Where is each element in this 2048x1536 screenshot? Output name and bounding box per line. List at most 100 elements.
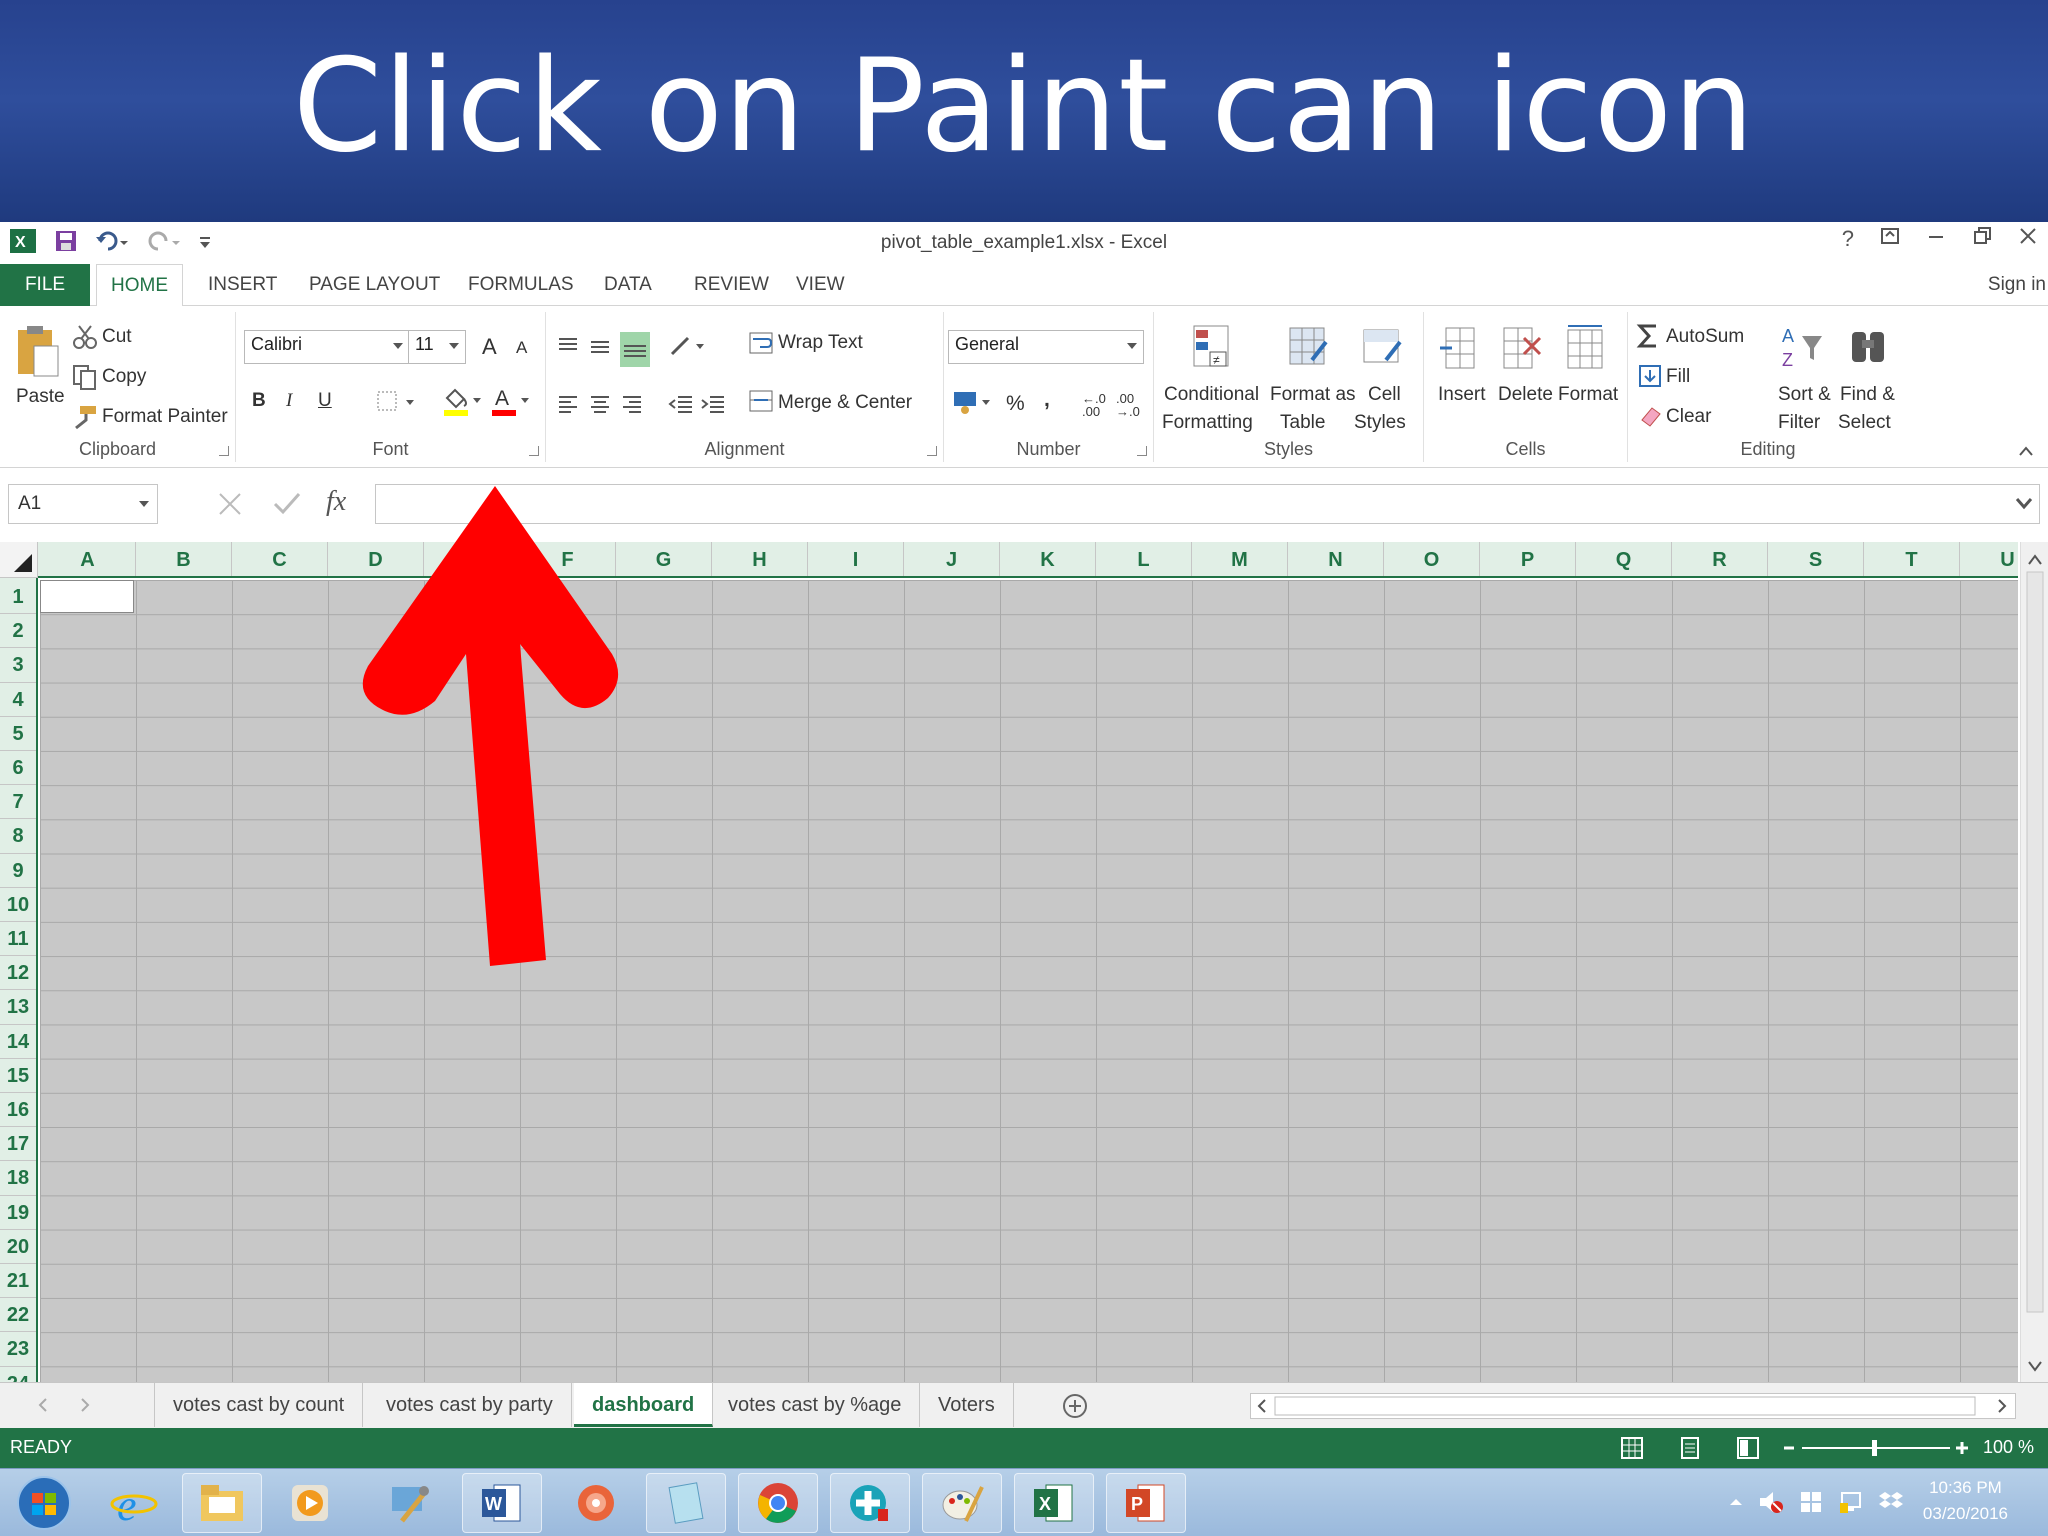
comma-style-button[interactable]: ,	[1044, 388, 1050, 412]
paste-button[interactable]: Paste	[16, 386, 65, 408]
row-header[interactable]: 3	[0, 648, 36, 683]
column-header[interactable]: M	[1192, 542, 1288, 576]
show-hidden-icons-icon[interactable]	[1728, 1494, 1744, 1515]
delete-button[interactable]: Delete	[1498, 384, 1553, 406]
restore-icon[interactable]	[1972, 226, 1992, 252]
format-painter-icon[interactable]	[72, 404, 98, 435]
formula-input[interactable]	[375, 484, 2040, 524]
name-box[interactable]: A1	[8, 484, 158, 524]
normal-view-icon[interactable]	[1620, 1436, 1644, 1465]
column-header[interactable]: B	[136, 542, 232, 576]
row-header[interactable]: 18	[0, 1161, 36, 1196]
cancel-entry-icon[interactable]	[216, 490, 244, 523]
new-sheet-icon[interactable]	[1062, 1393, 1088, 1424]
format-as-table-icon[interactable]	[1286, 322, 1332, 377]
paint-icon[interactable]	[922, 1473, 1002, 1533]
active-cell-a1[interactable]	[40, 580, 134, 613]
column-header[interactable]: A	[40, 542, 136, 576]
merge-center-icon[interactable]	[748, 388, 774, 419]
next-sheet-icon[interactable]	[78, 1397, 92, 1418]
sort-filter-icon[interactable]: AZ	[1780, 322, 1826, 377]
conditional-formatting-icon[interactable]: ≠	[1190, 322, 1236, 377]
internet-explorer-icon[interactable]: e	[94, 1473, 174, 1533]
paste-icon[interactable]	[14, 324, 60, 385]
zoom-slider[interactable]	[1782, 1436, 1970, 1460]
row-header[interactable]: 2	[0, 614, 36, 649]
row-header[interactable]: 12	[0, 956, 36, 991]
select-all-button[interactable]	[0, 542, 38, 578]
decrease-decimal-button[interactable]: .00 →.0	[1116, 392, 1142, 418]
column-header[interactable]: J	[904, 542, 1000, 576]
sheet-tab-votes-cast-by-party[interactable]: votes cast by party	[368, 1383, 572, 1427]
action-center-icon[interactable]	[1798, 1489, 1824, 1520]
alignment-launcher[interactable]	[927, 446, 937, 456]
powerpoint-icon[interactable]: P	[1106, 1473, 1186, 1533]
zoom-level[interactable]: 100 %	[1983, 1437, 2034, 1458]
format-button[interactable]: Format	[1558, 384, 1618, 406]
column-header[interactable]: E	[424, 542, 520, 576]
vertical-scrollbar[interactable]	[2020, 542, 2048, 1382]
font-color-icon[interactable]: A	[490, 384, 534, 423]
increase-decimal-button[interactable]: ←.0 .00	[1082, 392, 1108, 418]
copy-button[interactable]: Copy	[102, 366, 146, 388]
notepad-icon[interactable]	[646, 1473, 726, 1533]
find-select-label-1[interactable]: Find &	[1840, 384, 1895, 406]
row-header[interactable]: 9	[0, 854, 36, 888]
orientation-icon[interactable]	[668, 332, 708, 365]
fill-icon[interactable]	[1638, 364, 1662, 393]
cell-grid[interactable]	[40, 580, 2018, 1382]
top-align-icon[interactable]	[556, 334, 580, 363]
cell-styles-icon[interactable]	[1360, 322, 1406, 377]
file-explorer-icon[interactable]	[182, 1473, 262, 1533]
row-header[interactable]: 7	[0, 785, 36, 820]
column-header[interactable]: U	[1960, 542, 2018, 576]
insert-function-button[interactable]: fx	[326, 486, 346, 518]
minimize-icon[interactable]	[1926, 226, 1946, 252]
row-header[interactable]: 15	[0, 1059, 36, 1093]
row-header[interactable]: 22	[0, 1298, 36, 1333]
sheet-tab-votes-cast-by-count[interactable]: votes cast by count	[154, 1383, 364, 1427]
autosum-button[interactable]: AutoSum	[1666, 326, 1744, 348]
font-launcher[interactable]	[529, 446, 539, 456]
autosum-icon[interactable]	[1636, 322, 1662, 355]
sheet-tab-voters[interactable]: Voters	[920, 1383, 1014, 1427]
column-header[interactable]: I	[808, 542, 904, 576]
system-clock[interactable]: 10:36 PM 03/20/2016	[1923, 1475, 2008, 1527]
bottom-align-icon[interactable]	[620, 332, 650, 367]
row-header[interactable]: 24	[0, 1367, 36, 1382]
column-header[interactable]: D	[328, 542, 424, 576]
font-name-dropdown[interactable]: Calibri	[244, 330, 410, 364]
page-break-view-icon[interactable]	[1736, 1436, 1760, 1465]
media-player-icon[interactable]	[270, 1473, 350, 1533]
column-header[interactable]: T	[1864, 542, 1960, 576]
column-header[interactable]: G	[616, 542, 712, 576]
format-as-table-label-1[interactable]: Format as	[1270, 384, 1356, 406]
health-app-icon[interactable]	[830, 1473, 910, 1533]
ribbon-display-icon[interactable]	[1880, 226, 1900, 252]
excel-icon[interactable]: X	[1014, 1473, 1094, 1533]
windows-start-icon[interactable]	[4, 1473, 84, 1533]
merge-center-button[interactable]: Merge & Center	[778, 392, 912, 414]
column-header[interactable]: N	[1288, 542, 1384, 576]
sheet-tab-votes-cast-by-age[interactable]: votes cast by %age	[710, 1383, 921, 1427]
control-panel-icon[interactable]	[370, 1473, 450, 1533]
column-header[interactable]: S	[1768, 542, 1864, 576]
fill-button[interactable]: Fill	[1666, 366, 1690, 388]
sort-filter-label-2[interactable]: Filter	[1778, 412, 1820, 434]
row-header[interactable]: 21	[0, 1264, 36, 1299]
sign-in-link[interactable]: Sign in	[1988, 264, 2046, 306]
accounting-format-icon[interactable]	[952, 388, 992, 421]
row-header[interactable]: 14	[0, 1025, 36, 1059]
decrease-indent-icon[interactable]	[668, 392, 694, 421]
insert-cells-icon[interactable]	[1438, 324, 1482, 377]
chrome-icon[interactable]	[738, 1473, 818, 1533]
tab-data[interactable]: DATA	[590, 264, 666, 306]
increase-indent-icon[interactable]	[700, 392, 726, 421]
row-header[interactable]: 23	[0, 1332, 36, 1367]
column-header[interactable]: K	[1000, 542, 1096, 576]
italic-button[interactable]: I	[286, 390, 292, 412]
column-header[interactable]: P	[1480, 542, 1576, 576]
wrap-text-icon[interactable]	[748, 330, 774, 361]
font-size-dropdown[interactable]: 11	[408, 330, 466, 364]
row-header[interactable]: 16	[0, 1093, 36, 1128]
